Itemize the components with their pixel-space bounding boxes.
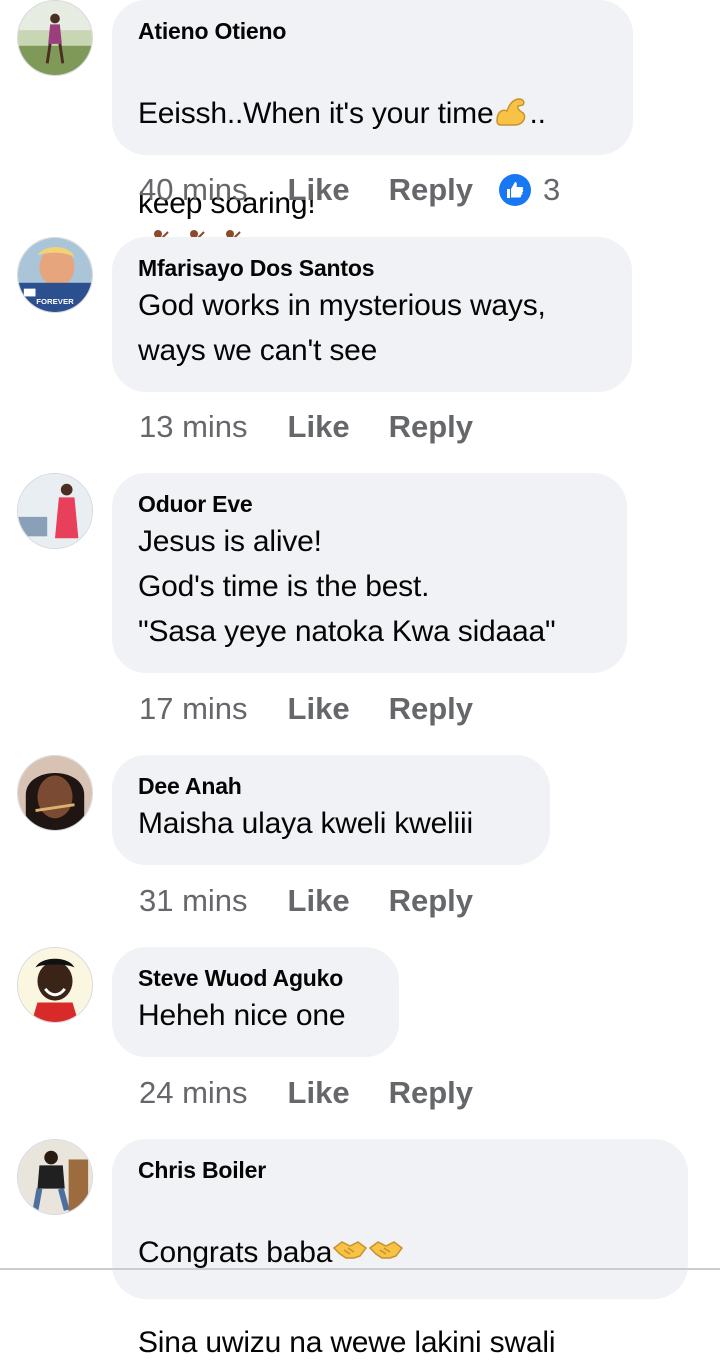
avatar-photo bbox=[18, 948, 92, 1022]
like-button[interactable]: Like bbox=[288, 172, 350, 208]
like-button[interactable]: Like bbox=[288, 691, 350, 727]
reaction-count: 3 bbox=[543, 172, 561, 207]
comment-author[interactable]: Dee Anah bbox=[138, 771, 524, 801]
reply-button[interactable]: Reply bbox=[389, 883, 473, 919]
comment-bubble: Dee Anah Maisha ulaya kweli kweliii bbox=[112, 755, 550, 865]
avatar[interactable] bbox=[17, 947, 93, 1023]
comment-actions: 31 mins Like Reply bbox=[139, 881, 499, 921]
comment-text-line: Sina uwizu na wewe lakini swali bbox=[138, 1326, 556, 1359]
comment-bubble: Chris Boiler Congrats baba Sina uwizu na… bbox=[112, 1139, 688, 1359]
comment-text: God works in mysterious ways, ways we ca… bbox=[138, 289, 546, 367]
reaction-summary[interactable]: 3 bbox=[499, 172, 560, 208]
comment-text: Congrats baba Sina uwizu na wewe lakini … bbox=[138, 1185, 662, 1365]
svg-text:FOREVER: FOREVER bbox=[36, 297, 74, 306]
flexed-biceps-icon bbox=[496, 98, 526, 126]
comment-author[interactable]: Steve Wuod Aguko bbox=[138, 963, 373, 993]
avatar[interactable] bbox=[17, 0, 93, 76]
like-button[interactable]: Like bbox=[288, 1075, 350, 1111]
comment-author[interactable]: Oduor Eve bbox=[138, 489, 601, 519]
comment-text-line: Congrats baba bbox=[138, 1236, 333, 1269]
handshake-icon bbox=[333, 1241, 368, 1259]
handshake-icon bbox=[369, 1241, 404, 1259]
reply-button[interactable]: Reply bbox=[389, 1075, 473, 1111]
avatar-photo bbox=[18, 1, 92, 75]
comment-text-line: .. bbox=[529, 97, 546, 130]
reply-button[interactable]: Reply bbox=[389, 691, 473, 727]
avatar[interactable]: FOREVER bbox=[17, 237, 93, 313]
avatar[interactable] bbox=[17, 755, 93, 831]
comment-time[interactable]: 40 mins bbox=[139, 172, 248, 208]
avatar-photo bbox=[18, 1140, 92, 1214]
thumbs-up-icon bbox=[499, 174, 531, 206]
like-button[interactable]: Like bbox=[288, 883, 350, 919]
comment-actions: 24 mins Like Reply bbox=[139, 1073, 499, 1113]
comment-actions: 40 mins Like Reply 3 bbox=[139, 170, 560, 210]
comment-time[interactable]: 17 mins bbox=[139, 691, 248, 727]
comment-time[interactable]: 24 mins bbox=[139, 1075, 248, 1111]
comment-bubble: Steve Wuod Aguko Heheh nice one bbox=[112, 947, 399, 1057]
comment-actions: 17 mins Like Reply bbox=[139, 689, 499, 729]
avatar[interactable] bbox=[17, 1139, 93, 1215]
comment-text: Jesus is alive! God's time is the best. … bbox=[138, 525, 556, 648]
comment-bubble: Atieno Otieno Eeissh..When it's your tim… bbox=[112, 0, 633, 260]
comment-time[interactable]: 13 mins bbox=[139, 409, 248, 445]
avatar[interactable] bbox=[17, 473, 93, 549]
comment-text-line: Eeissh..When it's your time bbox=[138, 97, 494, 130]
reply-button[interactable]: Reply bbox=[389, 409, 473, 445]
comment-author[interactable]: Atieno Otieno bbox=[138, 16, 607, 46]
comment-actions: 13 mins Like Reply bbox=[139, 407, 499, 447]
comment-bubble: Mfarisayo Dos Santos God works in myster… bbox=[112, 237, 632, 392]
comment-text: Heheh nice one bbox=[138, 999, 346, 1032]
avatar-photo: FOREVER bbox=[18, 238, 92, 312]
comment-author[interactable]: Chris Boiler bbox=[138, 1155, 662, 1185]
comment-author[interactable]: Mfarisayo Dos Santos bbox=[138, 253, 606, 283]
avatar-photo bbox=[18, 474, 92, 548]
reply-button[interactable]: Reply bbox=[389, 172, 473, 208]
comment-bubble: Oduor Eve Jesus is alive! God's time is … bbox=[112, 473, 627, 673]
comment-text: Maisha ulaya kweli kweliii bbox=[138, 807, 473, 840]
avatar-photo bbox=[18, 756, 92, 830]
comment-time[interactable]: 31 mins bbox=[139, 883, 248, 919]
like-button[interactable]: Like bbox=[288, 409, 350, 445]
divider bbox=[0, 1268, 720, 1270]
